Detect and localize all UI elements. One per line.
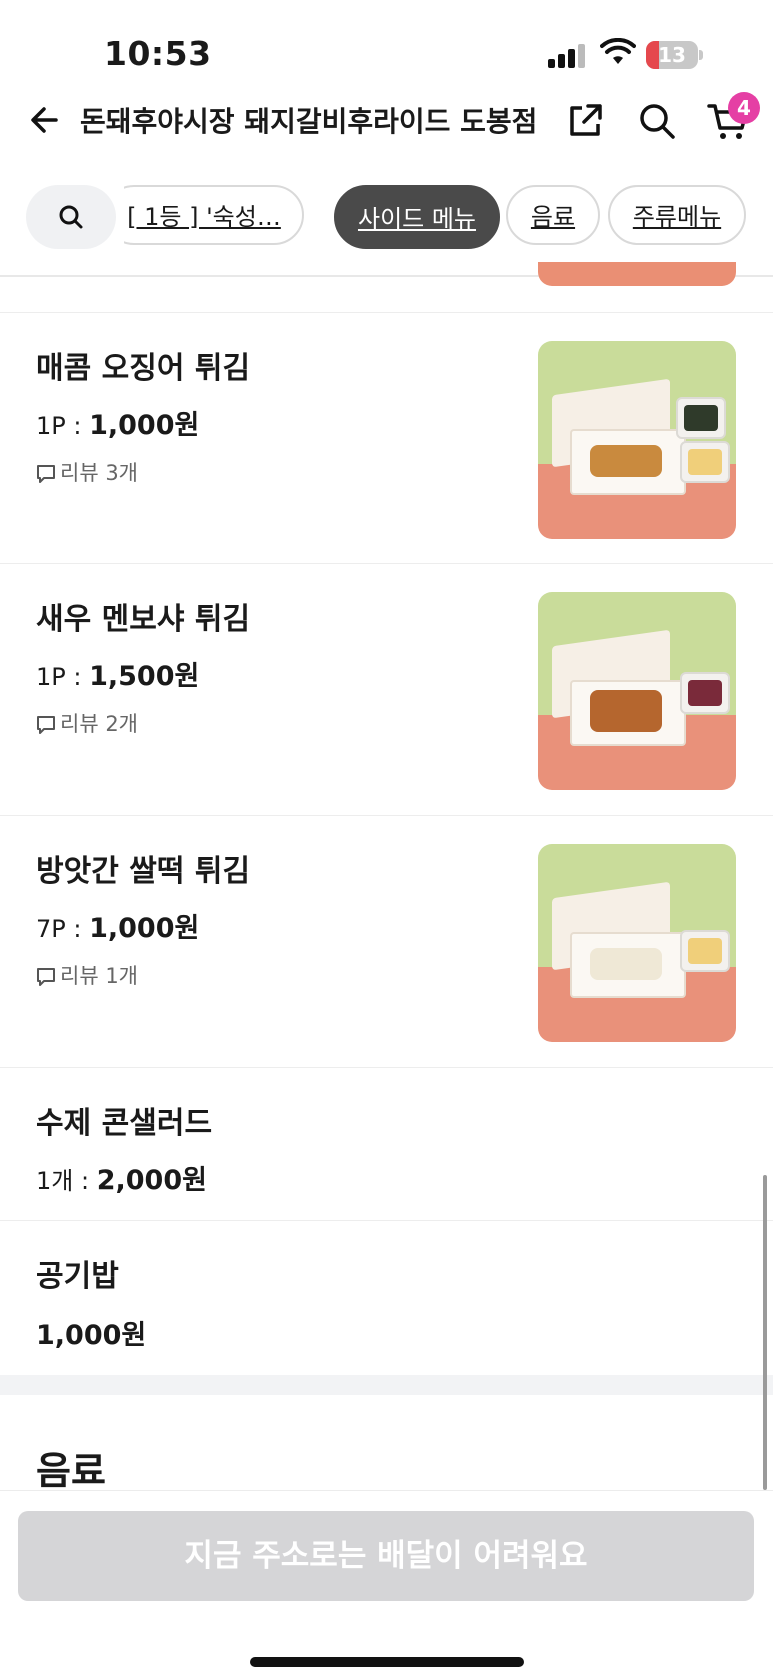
item-price: 7P : 1,000원 xyxy=(36,913,200,944)
signal-icon xyxy=(548,42,586,68)
item-price: 1P : 1,000원 xyxy=(36,410,200,441)
battery-level: 13 xyxy=(658,43,686,67)
menu-item[interactable]: 공기밥 1,000원 xyxy=(0,1220,773,1376)
section-divider xyxy=(0,1375,773,1395)
tab-best-menu[interactable]: [ 1등 ] '숙성… xyxy=(124,185,304,245)
item-name: 새우 멘보샤 튀김 xyxy=(36,602,251,637)
store-header: 돈돼후야시장 돼지갈비후라이드 도봉점 xyxy=(0,86,773,156)
tab-scroll[interactable]: [ 1등 ] '숙성… 사이드 메뉴 음료 주류메뉴 xyxy=(124,182,773,252)
search-icon[interactable] xyxy=(636,100,678,142)
scrollbar[interactable] xyxy=(763,1175,767,1490)
item-review-count: 리뷰 1개 xyxy=(36,960,138,990)
item-name: 매콤 오징어 튀김 xyxy=(36,351,251,386)
share-icon[interactable] xyxy=(566,100,606,140)
comment-icon xyxy=(37,968,55,986)
comment-icon xyxy=(37,716,55,734)
comment-icon xyxy=(37,465,55,483)
search-icon xyxy=(59,205,83,229)
item-price: 1P : 1,500원 xyxy=(36,661,200,692)
item-photo xyxy=(538,341,736,539)
battery-icon: 13 xyxy=(646,41,698,69)
menu-item[interactable]: 방앗간 쌀떡 튀김 7P : 1,000원 리뷰 1개 xyxy=(0,815,773,1068)
order-button-disabled[interactable]: 지금 주소로는 배달이 어려워요 xyxy=(18,1511,754,1601)
tab-side-menu[interactable]: 사이드 메뉴 xyxy=(334,185,500,249)
wifi-icon xyxy=(600,38,636,64)
item-name: 수제 콘샐러드 xyxy=(36,1106,213,1141)
menu-search-button[interactable] xyxy=(26,185,116,249)
item-photo xyxy=(538,844,736,1042)
section-title-drinks: 음료 xyxy=(36,1449,106,1493)
store-title: 돈돼후야시장 돼지갈비후라이드 도봉점 xyxy=(80,105,538,138)
item-price: 1,000원 xyxy=(36,1320,147,1351)
cart-count-badge: 4 xyxy=(728,92,760,124)
home-indicator xyxy=(250,1657,524,1667)
item-review-count: 리뷰 3개 xyxy=(36,457,138,487)
menu-item[interactable]: 매콤 오징어 튀김 1P : 1,000원 리뷰 3개 xyxy=(0,312,773,563)
item-review-count: 리뷰 2개 xyxy=(36,708,138,738)
menu-item[interactable]: 수제 콘샐러드 1개 : 2,000원 xyxy=(0,1067,773,1221)
tab-drinks[interactable]: 음료 xyxy=(506,185,600,245)
back-arrow-icon[interactable] xyxy=(26,100,66,140)
menu-item[interactable]: 새우 멘보샤 튀김 1P : 1,500원 리뷰 2개 xyxy=(0,563,773,816)
status-time: 10:53 xyxy=(104,34,212,73)
item-name: 공기밥 xyxy=(36,1259,119,1294)
category-tabs: [ 1등 ] '숙성… 사이드 메뉴 음료 주류메뉴 xyxy=(0,182,773,252)
bottom-bar: 지금 주소로는 배달이 어려워요 xyxy=(0,1490,773,1680)
tab-liquor-menu[interactable]: 주류메뉴 xyxy=(608,185,746,245)
previous-item-thumbnail[interactable] xyxy=(538,262,736,286)
item-name: 방앗간 쌀떡 튀김 xyxy=(36,854,251,889)
item-photo xyxy=(538,592,736,790)
item-price: 1개 : 2,000원 xyxy=(36,1165,207,1196)
